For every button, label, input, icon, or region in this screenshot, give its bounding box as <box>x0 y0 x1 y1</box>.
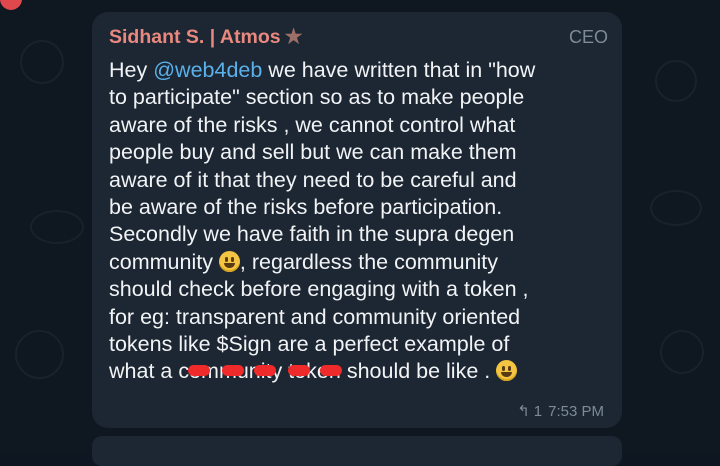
background-doodle <box>655 60 697 102</box>
message-line: aware of the risks , we cannot control w… <box>109 112 516 137</box>
message-line: for eg: transparent and community orient… <box>109 304 521 329</box>
text-segment: we have written that in "how <box>262 58 536 82</box>
text-segment: what a <box>109 359 179 384</box>
sender[interactable]: Sidhant S. | Atmos ★ <box>109 26 303 49</box>
background-doodle <box>660 330 704 374</box>
message-bubble[interactable]: Sidhant S. | Atmos ★ CEO Hey @web4deb we… <box>92 12 622 428</box>
background-doodle <box>15 330 64 379</box>
message-line: Hey @web4deb we have written that in "ho… <box>109 57 606 84</box>
grinning-face-emoji-icon <box>496 360 518 382</box>
message-line: should check before engaging with a toke… <box>109 277 529 302</box>
message-line: to participate" section so as to make pe… <box>109 85 525 110</box>
text-segment: community <box>109 249 219 274</box>
text-segment: should be like . <box>340 359 491 384</box>
message-line: aware of it that they need to be careful… <box>109 167 517 192</box>
redaction-mark <box>254 365 277 377</box>
background-doodle <box>30 210 84 244</box>
sender-name[interactable]: Sidhant S. | Atmos <box>109 26 281 49</box>
redaction-mark <box>188 365 211 377</box>
star-icon: ★ <box>284 26 303 48</box>
message-time: 7:53 PM <box>548 402 604 420</box>
message-footer: ↰ 1 7:53 PM <box>517 402 604 421</box>
text-segment: Hey <box>109 58 154 82</box>
background-doodle <box>20 40 64 84</box>
reply-icon[interactable]: ↰ <box>517 402 530 420</box>
grinning-face-emoji-icon <box>218 250 240 272</box>
message-line: tokens like $Sign are a perfect example … <box>109 331 510 356</box>
redaction-mark <box>288 365 311 377</box>
message-line: Secondly we have faith in the supra dege… <box>109 222 515 247</box>
message-line: people buy and sell but we can make them <box>109 140 517 165</box>
mention-link[interactable]: @web4deb <box>153 58 262 82</box>
next-message-bubble[interactable] <box>92 436 622 466</box>
text-segment: , regardless the community <box>239 249 499 274</box>
redaction-mark <box>222 365 245 377</box>
message-header: Sidhant S. | Atmos ★ CEO <box>109 22 608 52</box>
redaction-mark <box>320 365 343 377</box>
role-badge: CEO <box>568 26 608 47</box>
message-text: Hey @web4deb we have written that in "ho… <box>109 57 606 386</box>
reply-count[interactable]: 1 <box>534 403 542 420</box>
redacted-text: community token <box>178 358 343 385</box>
message-line: be aware of the risks before participati… <box>109 194 503 219</box>
background-doodle <box>650 190 702 226</box>
message-line: what a community token should be like . <box>109 358 606 385</box>
avatar[interactable] <box>0 0 22 10</box>
message-line: community , regardless the community <box>109 249 606 276</box>
